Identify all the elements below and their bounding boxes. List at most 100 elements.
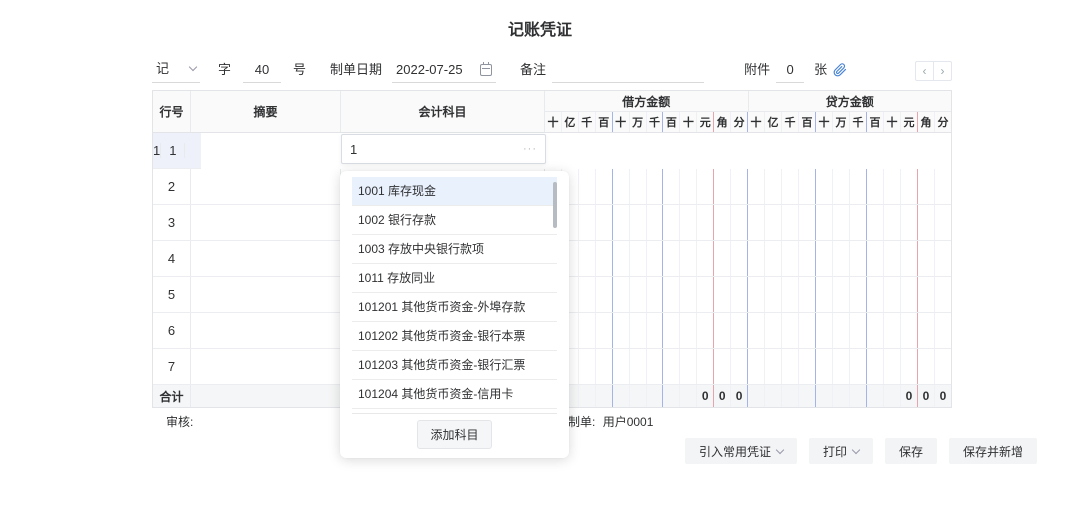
creator-label: 制单:: [568, 415, 595, 429]
digit-cell: [901, 277, 918, 312]
total-digit-cell: [833, 385, 850, 407]
debit-amount-cell[interactable]: [545, 277, 748, 312]
total-digit-cell: 0: [901, 385, 918, 407]
action-button[interactable]: 引入常用凭证: [685, 438, 797, 464]
digit-cell: [884, 349, 901, 384]
summary-cell[interactable]: [191, 349, 341, 384]
digit-cell: [867, 349, 884, 384]
more-options-icon[interactable]: ···: [523, 143, 537, 155]
digit-cell: [630, 349, 647, 384]
digit-cell: [765, 277, 782, 312]
digit-cell: [850, 349, 867, 384]
summary-cell[interactable]: [191, 277, 341, 312]
attachment-label: 附件: [744, 59, 770, 83]
digit-header-cell: 十: [680, 112, 697, 132]
digit-cell: [663, 169, 680, 204]
debit-amount-cell[interactable]: [545, 169, 748, 204]
action-button[interactable]: 打印: [809, 438, 873, 464]
attachment-count-input[interactable]: 0: [776, 62, 804, 83]
digit-cell: [613, 241, 630, 276]
remark-input[interactable]: [552, 64, 704, 83]
row-number-cell: 3: [153, 205, 191, 240]
digit-cell: [816, 205, 833, 240]
digit-cell: [918, 349, 935, 384]
digit-cell: [918, 241, 935, 276]
voucher-word-select[interactable]: 记: [152, 58, 200, 83]
debit-amount-cell[interactable]: [545, 205, 748, 240]
total-digit-cell: 0: [697, 385, 714, 407]
voucher-number-input[interactable]: 40: [243, 62, 281, 83]
account-dropdown-item[interactable]: 1002 银行存款: [352, 206, 557, 235]
digit-header-cell: 百: [867, 112, 884, 132]
account-dropdown-item[interactable]: 1001 库存现金: [352, 177, 557, 206]
summary-cell[interactable]: [191, 205, 341, 240]
debit-amount-cell[interactable]: [545, 241, 748, 276]
digit-cell: [884, 169, 901, 204]
action-button[interactable]: 保存并新增: [949, 438, 1037, 464]
digit-cell: [647, 313, 664, 348]
digit-cell: [935, 241, 951, 276]
digit-cell: [748, 241, 765, 276]
account-dropdown-item[interactable]: 101201 其他货币资金-外埠存款: [352, 293, 557, 322]
digit-cell: [935, 205, 951, 240]
account-dropdown-item[interactable]: 101202 其他货币资金-银行本票: [352, 322, 557, 351]
digit-cell: [765, 313, 782, 348]
digit-cell: [850, 205, 867, 240]
credit-amount-cell[interactable]: [748, 313, 951, 348]
digit-cell: [901, 349, 918, 384]
digit-header-cell: 万: [630, 112, 647, 132]
total-digit-cell: [680, 385, 697, 407]
digit-cell: [697, 169, 714, 204]
total-digit-cell: [663, 385, 680, 407]
digit-cell: [799, 313, 816, 348]
account-dropdown-item[interactable]: 101204 其他货币资金-信用卡: [352, 380, 557, 409]
digit-cell: [579, 205, 596, 240]
credit-amount-cell[interactable]: [748, 349, 951, 384]
total-digit-cell: [816, 385, 833, 407]
total-digit-cell: 0: [935, 385, 951, 407]
summary-cell[interactable]: [191, 241, 341, 276]
account-dropdown-item[interactable]: 101203 其他货币资金-银行汇票: [352, 351, 557, 380]
digit-cell: [782, 313, 799, 348]
digit-cell: [714, 205, 731, 240]
digit-header-cell: 亿: [562, 112, 579, 132]
digit-cell: [833, 277, 850, 312]
digit-cell: [918, 313, 935, 348]
digit-cell: [579, 169, 596, 204]
add-account-button[interactable]: 添加科目: [417, 420, 491, 449]
summary-cell[interactable]: [191, 313, 341, 348]
digit-cell: [867, 241, 884, 276]
digit-cell: [680, 277, 697, 312]
digit-header-cell: 十: [816, 112, 833, 132]
summary-cell[interactable]: 1: [161, 143, 185, 158]
digit-cell: [579, 277, 596, 312]
action-button[interactable]: 保存: [885, 438, 937, 464]
digit-cell: [647, 169, 664, 204]
debit-amount-cell[interactable]: [545, 313, 748, 348]
date-value: 2022-07-25: [396, 62, 463, 77]
digit-cell: [714, 241, 731, 276]
account-input[interactable]: 1 ···: [341, 134, 546, 164]
credit-amount-cell[interactable]: [748, 205, 951, 240]
next-voucher-button[interactable]: ›: [933, 61, 952, 81]
date-input[interactable]: 2022-07-25: [392, 62, 496, 83]
digit-cell: [799, 169, 816, 204]
digit-header-cell: 百: [596, 112, 613, 132]
credit-amount-cell[interactable]: [748, 277, 951, 312]
paperclip-icon[interactable]: [833, 63, 847, 83]
summary-cell[interactable]: [191, 169, 341, 204]
account-dropdown-item[interactable]: 1003 存放中央银行款项: [352, 235, 557, 264]
total-digit-cell: [630, 385, 647, 407]
digit-header-cell: 十: [545, 112, 562, 132]
credit-amount-cell[interactable]: [748, 241, 951, 276]
debit-amount-cell[interactable]: [545, 349, 748, 384]
digit-cell: [935, 349, 951, 384]
digit-cell: [680, 349, 697, 384]
scrollbar-thumb[interactable]: [553, 182, 557, 228]
creator-text: 制单: 用户0001: [568, 413, 653, 430]
account-dropdown-item[interactable]: 1011 存放同业: [352, 264, 557, 293]
credit-amount-cell[interactable]: [748, 169, 951, 204]
digit-header-cell: 十: [748, 112, 765, 132]
digit-header-cell: 千: [579, 112, 596, 132]
prev-voucher-button[interactable]: ‹: [915, 61, 934, 81]
